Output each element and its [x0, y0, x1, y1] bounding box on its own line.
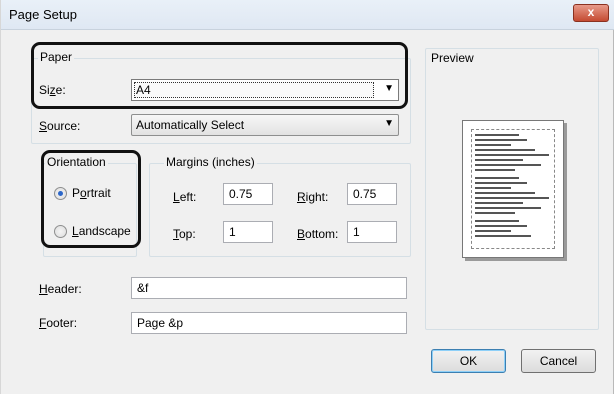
source-dropdown[interactable]: Automatically Select ▼	[131, 114, 399, 136]
right-margin-label: Right:	[297, 190, 329, 204]
footer-input[interactable]: Page &p	[131, 312, 407, 334]
preview-text-line	[475, 235, 531, 237]
preview-text-line	[475, 207, 541, 209]
preview-text-line	[475, 230, 511, 232]
close-icon: x	[587, 5, 595, 19]
left-margin-label: Left:	[173, 190, 197, 204]
preview-text-line	[475, 212, 515, 214]
preview-text-line	[475, 164, 541, 166]
right-margin-value: 0.75	[353, 187, 377, 201]
footer-value: Page &p	[137, 316, 184, 330]
title-bar: Page Setup x	[1, 0, 614, 30]
preview-text-line	[475, 149, 535, 151]
ok-button[interactable]: OK	[431, 349, 506, 373]
left-margin-input[interactable]: 0.75	[223, 183, 273, 205]
left-margin-value: 0.75	[229, 187, 253, 201]
close-button[interactable]: x	[573, 4, 609, 22]
bottom-margin-value: 1	[353, 225, 360, 239]
orientation-highlight	[41, 150, 141, 248]
margins-group-title: Margins (inches)	[164, 155, 257, 169]
bottom-margin-label: Bottom:	[297, 227, 339, 241]
paper-size-highlight	[31, 42, 408, 109]
preview-text-line	[475, 197, 549, 199]
preview-title: Preview	[431, 51, 474, 65]
preview-text-line	[475, 139, 527, 141]
preview-text-line	[475, 225, 527, 227]
top-margin-label: Top:	[173, 227, 196, 241]
top-margin-input[interactable]: 1	[223, 221, 273, 243]
header-value: &f	[137, 281, 149, 295]
source-value: Automatically Select	[136, 118, 245, 132]
chevron-down-icon: ▼	[384, 118, 394, 129]
preview-text-line	[475, 144, 511, 146]
preview-text-line	[475, 177, 519, 179]
window-title: Page Setup	[9, 7, 77, 22]
preview-text-line	[475, 182, 527, 184]
preview-text-line	[475, 192, 535, 194]
page-setup-dialog: Page Setup x Paper Size: A4 ▼ Source: Au…	[0, 0, 614, 394]
preview-text-line	[475, 220, 519, 222]
preview-text-line	[475, 134, 519, 136]
preview-margin-guides	[471, 129, 555, 249]
source-label: Source:	[39, 119, 81, 133]
preview-text-line	[475, 187, 511, 189]
preview-text-line	[475, 169, 515, 171]
bottom-margin-input[interactable]: 1	[347, 221, 397, 243]
preview-text-line	[475, 202, 523, 204]
cancel-button[interactable]: Cancel	[521, 349, 596, 373]
header-input[interactable]: &f	[131, 277, 407, 299]
header-label: Header:	[39, 282, 82, 296]
preview-text-line	[475, 159, 523, 161]
top-margin-value: 1	[229, 225, 236, 239]
footer-label: Footer:	[39, 316, 78, 330]
preview-text-line	[475, 154, 549, 156]
right-margin-input[interactable]: 0.75	[347, 183, 397, 205]
preview-page	[462, 120, 564, 258]
